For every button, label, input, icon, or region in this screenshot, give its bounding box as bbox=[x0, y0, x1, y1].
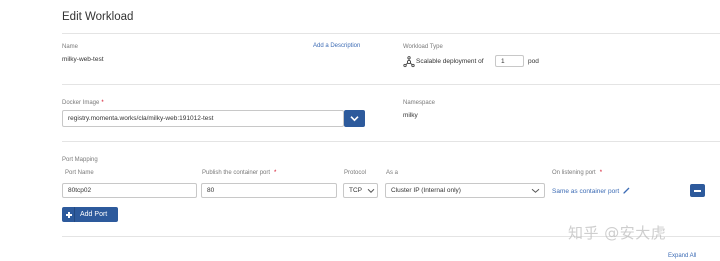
name-value[interactable]: milky-web-test bbox=[62, 56, 104, 63]
expand-all-link[interactable]: Expand All bbox=[668, 253, 696, 259]
col-port-name: Port Name bbox=[65, 170, 94, 176]
docker-image-dropdown-button[interactable] bbox=[344, 110, 365, 127]
col-as-a: As a bbox=[386, 170, 399, 176]
header-divider bbox=[62, 33, 720, 34]
port-mapping-label: Port Mapping bbox=[62, 157, 98, 163]
minus-icon bbox=[694, 190, 701, 192]
network-deploy-icon bbox=[403, 55, 415, 68]
col-protocol: Protocol bbox=[344, 170, 367, 176]
add-port-button[interactable]: Add Port bbox=[62, 207, 118, 222]
docker-image-label: Docker Image * bbox=[62, 100, 104, 106]
page-title: Edit Workload bbox=[62, 11, 134, 23]
chevron-down-icon bbox=[350, 115, 359, 121]
namespace-value: milky bbox=[403, 112, 418, 119]
pencil-icon[interactable] bbox=[623, 187, 630, 194]
listening-port-link[interactable]: Same as container port bbox=[552, 187, 630, 195]
docker-image-input[interactable]: registry.momenta.works/cla/milky-web:191… bbox=[62, 110, 344, 127]
plus-icon bbox=[62, 207, 75, 222]
chevron-down-icon bbox=[367, 188, 375, 193]
service-type-select[interactable]: Cluster IP (Internal only) bbox=[385, 183, 545, 198]
pod-count-input[interactable]: 1 bbox=[495, 55, 524, 67]
publish-port-value: 80 bbox=[207, 187, 215, 194]
pod-count-value: 1 bbox=[501, 57, 505, 65]
col-on-listening-port: On listening port * bbox=[552, 170, 603, 176]
publish-port-input[interactable]: 80 bbox=[201, 183, 337, 198]
workload-type-label: Workload Type bbox=[403, 44, 443, 50]
protocol-value: TCP bbox=[349, 187, 362, 194]
docker-image-value: registry.momenta.works/cla/milky-web:191… bbox=[68, 115, 214, 122]
port-name-input[interactable]: 80tcp02 bbox=[62, 183, 197, 198]
port-name-value: 80tcp02 bbox=[68, 187, 92, 194]
namespace-label: Namespace bbox=[403, 100, 436, 106]
section-divider-2 bbox=[62, 141, 720, 142]
col-publish-port: Publish the container port * bbox=[202, 170, 277, 176]
workload-type-suffix: pod bbox=[528, 58, 539, 65]
add-description-link[interactable]: Add a Description bbox=[313, 43, 360, 49]
protocol-select[interactable]: TCP bbox=[343, 183, 378, 198]
chevron-down-icon bbox=[531, 188, 540, 193]
add-port-label: Add Port bbox=[80, 211, 108, 218]
listening-port-value: Same as container port bbox=[552, 188, 620, 195]
section-divider-1 bbox=[62, 84, 720, 85]
workload-type-prefix: Scalable deployment of bbox=[416, 58, 484, 65]
name-label: Name bbox=[62, 44, 79, 50]
watermark-text: 知乎 @安大虎 bbox=[568, 224, 667, 242]
service-type-value: Cluster IP (Internal only) bbox=[391, 187, 461, 194]
remove-port-button[interactable] bbox=[690, 184, 705, 197]
